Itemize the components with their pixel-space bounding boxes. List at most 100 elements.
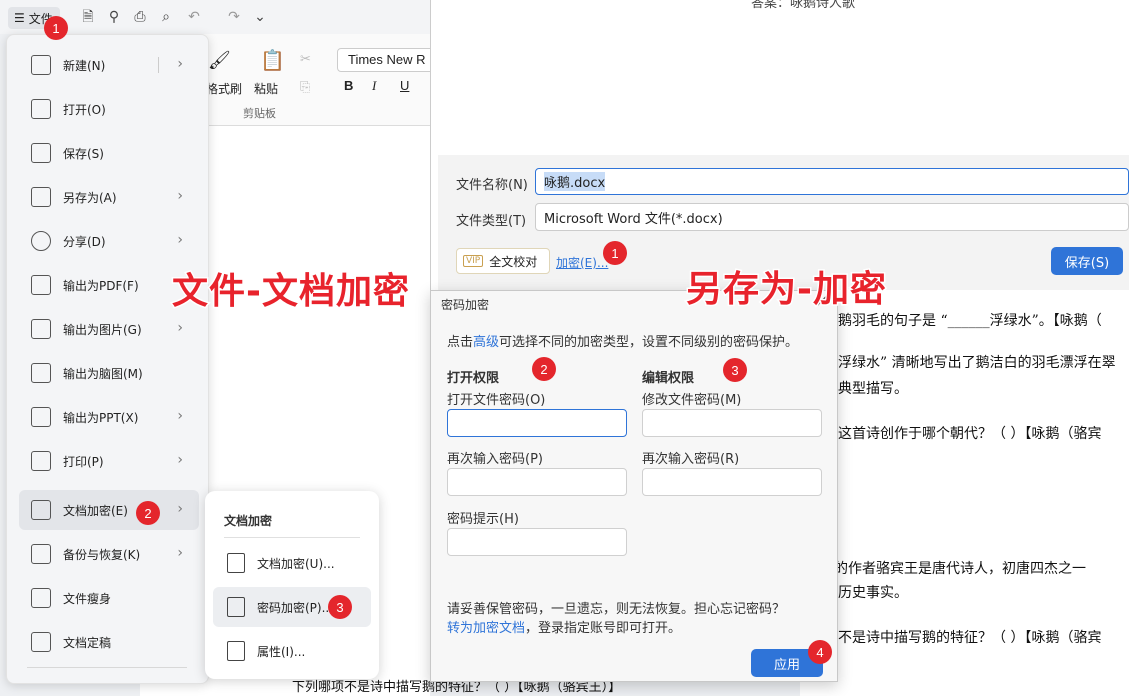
menu-item-share[interactable]: 分享(D) › — [19, 221, 199, 261]
undo-icon[interactable]: ↶ — [186, 9, 202, 25]
password-hint-label: 密码提示(H) — [447, 512, 519, 527]
chevron-right-icon: › — [177, 56, 183, 72]
open-password-label: 打开文件密码(O) — [447, 393, 546, 408]
chevron-right-icon: › — [177, 188, 183, 204]
finalize-icon — [31, 632, 51, 652]
menu-item-save[interactable]: 保存(S) — [19, 133, 199, 173]
proofread-button[interactable]: VIP 全文校对 — [456, 248, 550, 274]
step-badge: 3 — [723, 358, 747, 382]
menu-item-doc-encrypt[interactable]: 文档加密(E) › — [19, 490, 199, 530]
filetype-select[interactable]: Microsoft Word 文件(*.docx) — [535, 203, 1129, 231]
password-hint-input[interactable] — [447, 528, 627, 556]
filename-label: 文件名称(N) — [456, 178, 528, 193]
folder-icon — [31, 99, 51, 119]
step-badge: 3 — [328, 595, 352, 619]
menu-item-print[interactable]: 打印(P) › — [19, 441, 199, 481]
menu-item-open[interactable]: 打开(O) — [19, 89, 199, 129]
encrypt-submenu: 文档加密 文档加密(U)... 密码加密(P)... 属性(I)... — [205, 491, 379, 679]
doc-line: 》的作者骆宾王是唐代诗人，初唐四杰之一 — [820, 561, 1086, 577]
print-icon — [31, 451, 51, 471]
font-name-select[interactable]: Times New R — [337, 48, 437, 72]
step-badge: 4 — [808, 640, 832, 664]
divider — [27, 667, 187, 668]
step-badge: 1 — [603, 241, 627, 265]
menu-item-backup[interactable]: 备份与恢复(K) › — [19, 534, 199, 574]
copy-icon[interactable]: ⎘ — [300, 80, 310, 95]
dialog-title: 密码加密 — [441, 298, 490, 312]
cut-icon[interactable]: ✂ — [300, 52, 311, 67]
open-repeat-input[interactable] — [447, 468, 627, 496]
edit-password-input[interactable] — [642, 409, 822, 437]
doc-line: 典型描写。 — [838, 381, 908, 397]
annotation-left: 文件-文档加密 — [171, 270, 411, 314]
paste-icon: 📋 — [260, 48, 285, 72]
open-permission-heading: 打开权限 — [447, 371, 500, 386]
doc-line: 不是诗中描写鹅的特征？（ ）【咏鹅（骆宾 — [838, 630, 1102, 646]
doc-top-fragment: 答案：咏鹅诗人歌 — [751, 0, 856, 11]
menu-item-save-as[interactable]: 另存为(A) › — [19, 177, 199, 217]
doc-line: 浮绿水” 清晰地写出了鹅洁白的羽毛漂浮在翠 — [838, 355, 1116, 371]
open-password-input[interactable] — [447, 409, 627, 437]
menu-icon: ☰ — [14, 11, 25, 25]
submenu-item-doc-encrypt[interactable]: 文档加密(U)... — [213, 543, 371, 583]
divider — [224, 537, 360, 538]
paste-button[interactable]: 粘贴 — [254, 80, 278, 97]
backup-icon — [31, 544, 51, 564]
filename-input[interactable]: 咏鹅.docx — [535, 168, 1129, 195]
annotation-right: 另存为-加密 — [685, 268, 888, 312]
lock-document-icon — [31, 500, 51, 520]
edit-repeat-label: 再次输入密码(R) — [642, 452, 740, 467]
proofread-label: 全文校对 — [489, 254, 538, 269]
underline-button[interactable]: U — [400, 78, 409, 93]
chevron-right-icon: › — [177, 232, 183, 248]
save-as-icon — [31, 187, 51, 207]
pdf-icon — [31, 275, 51, 295]
clipboard-group-label: 剪贴板 — [243, 107, 276, 120]
intro-text: 点击高级可选择不同的加密类型，设置不同级别的密码保护。 — [447, 335, 799, 350]
submenu-title: 文档加密 — [224, 514, 273, 528]
chevron-right-icon: › — [177, 408, 183, 424]
italic-button[interactable]: I — [372, 78, 376, 94]
password-icon — [227, 597, 245, 617]
menu-item-new[interactable]: 新建(N) › — [19, 45, 199, 85]
step-badge: 1 — [44, 16, 68, 40]
menu-item-export-image[interactable]: 输出为图片(G) › — [19, 309, 199, 349]
vip-badge: VIP — [463, 255, 484, 267]
format-brush-button[interactable]: 格式刷 — [206, 80, 242, 97]
mindmap-icon — [31, 363, 51, 383]
lock-document-icon — [227, 553, 245, 573]
ppt-icon — [31, 407, 51, 427]
save-button[interactable]: 保存(S) — [1051, 247, 1123, 275]
save-icon[interactable]: 🗎 — [80, 9, 96, 25]
bold-button[interactable]: B — [344, 78, 353, 93]
save-icon — [31, 143, 51, 163]
format-brush-icon: 🖌 — [208, 50, 231, 71]
print-icon[interactable]: ⎙ — [132, 9, 148, 25]
menu-item-export-mindmap[interactable]: 输出为脑图(M) — [19, 353, 199, 393]
menu-item-finalize[interactable]: 文档定稿 — [19, 622, 199, 662]
edit-password-label: 修改文件密码(M) — [642, 393, 742, 408]
chevron-right-icon: › — [177, 452, 183, 468]
compress-icon — [31, 588, 51, 608]
convert-link[interactable]: 转为加密文档 — [447, 621, 525, 636]
chevron-down-icon[interactable]: ⌄ — [252, 9, 268, 25]
doc-line: 历史事实。 — [838, 585, 908, 601]
redo-icon[interactable]: ↷ — [226, 9, 242, 25]
filename-value: 咏鹅.docx — [544, 172, 606, 191]
edit-repeat-input[interactable] — [642, 468, 822, 496]
new-icon — [31, 55, 51, 75]
submenu-item-properties[interactable]: 属性(I)... — [213, 631, 371, 671]
file-menu: 新建(N) › 打开(O) 保存(S) 另存为(A) › 分享(D) › 输出为PDF… — [6, 34, 209, 684]
convert-text: 转为加密文档，登录指定账号即可打开。 — [447, 621, 682, 636]
properties-icon — [227, 641, 245, 661]
encrypt-link[interactable]: 加密(E)... — [556, 254, 608, 271]
share-icon[interactable]: ⚲ — [106, 9, 122, 25]
chevron-right-icon: › — [177, 501, 183, 517]
menu-item-slim[interactable]: 文件瘦身 — [19, 578, 199, 618]
advanced-link[interactable]: 高级 — [473, 335, 499, 350]
document-page-right: 鹅羽毛的句子是 “______浮绿水”。【咏鹅（ 浮绿水” 清晰地写出了鹅洁白的… — [800, 290, 1129, 696]
print-preview-icon[interactable]: ⌕ — [158, 9, 174, 25]
warning-text: 请妥善保管密码，一旦遗忘，则无法恢复。担心忘记密码？ — [447, 602, 786, 617]
menu-item-export-ppt[interactable]: 输出为PPT(X) › — [19, 397, 199, 437]
doc-line: 这首诗创作于哪个朝代？（ ）【咏鹅（骆宾 — [838, 426, 1102, 442]
